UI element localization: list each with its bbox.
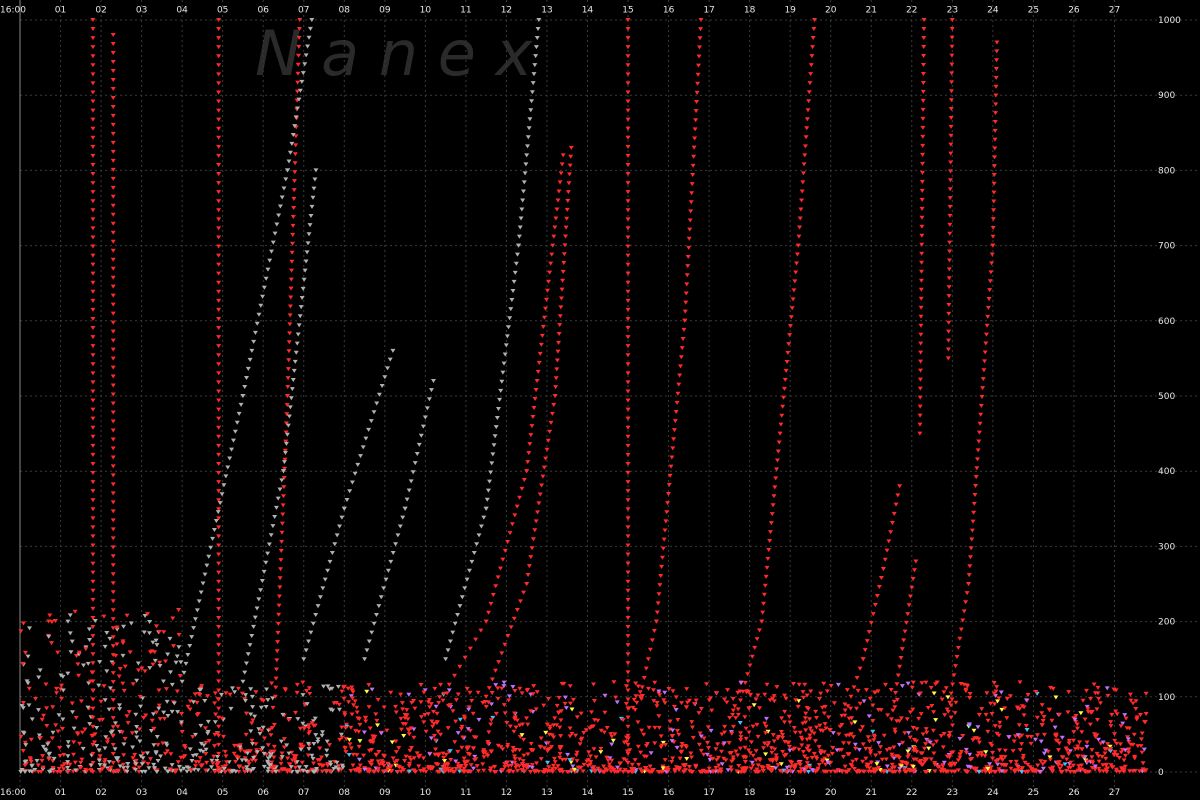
x-tick-label: 23 — [947, 6, 958, 16]
x-tick-label: 21 — [866, 788, 877, 798]
x-tick-label: 05 — [217, 788, 228, 798]
x-tick-label: 22 — [906, 788, 917, 798]
x-tick-label: 11 — [460, 6, 471, 16]
x-tick-label: 27 — [1109, 788, 1120, 798]
x-tick-label: 01 — [55, 788, 66, 798]
x-tick-label: 24 — [987, 6, 999, 16]
y-tick-label: 0 — [1158, 768, 1164, 778]
y-tick-label: 100 — [1158, 693, 1175, 703]
y-tick-label: 900 — [1158, 91, 1175, 101]
x-tick-label: 14 — [582, 6, 594, 16]
x-tick-label: 07 — [298, 6, 309, 16]
x-tick-label: 02 — [95, 788, 106, 798]
x-tick-label: 25 — [1028, 788, 1039, 798]
x-tick-label: 08 — [339, 6, 351, 16]
x-tick-label: 13 — [541, 6, 552, 16]
x-tick-label: 21 — [866, 6, 877, 16]
x-tick-label: 15 — [622, 788, 633, 798]
y-tick-label: 800 — [1158, 166, 1175, 176]
x-tick-label: 07 — [298, 788, 309, 798]
y-tick-label: 600 — [1158, 317, 1175, 327]
x-tick-label: 06 — [257, 6, 269, 16]
x-tick-label: 27 — [1109, 6, 1120, 16]
x-tick-label: 04 — [176, 6, 188, 16]
x-tick-label: 10 — [420, 6, 432, 16]
x-tick-label: 12 — [501, 788, 512, 798]
x-tick-label: 17 — [703, 6, 714, 16]
x-tick-label: 26 — [1068, 6, 1080, 16]
x-tick-label: 11 — [460, 788, 471, 798]
x-tick-label: 19 — [784, 6, 796, 16]
x-tick-label: 02 — [95, 6, 106, 16]
x-tick-label: 18 — [744, 788, 756, 798]
x-tick-label: 13 — [541, 788, 552, 798]
x-tick-label: 22 — [906, 6, 917, 16]
x-tick-label: 15 — [622, 6, 633, 16]
x-tick-label: 25 — [1028, 6, 1039, 16]
x-tick-label: 17 — [703, 788, 714, 798]
x-tick-label: 09 — [379, 6, 391, 16]
x-tick-label: 19 — [784, 788, 796, 798]
watermark: N a n e x — [255, 17, 534, 90]
x-tick-label: 14 — [582, 788, 594, 798]
x-tick-label: 26 — [1068, 788, 1080, 798]
y-tick-label: 1000 — [1158, 16, 1181, 26]
y-tick-label: 200 — [1158, 618, 1175, 628]
x-tick-label: 01 — [55, 6, 66, 16]
x-tick-label: 20 — [825, 6, 837, 16]
x-tick-label: 16 — [663, 6, 675, 16]
x-tick-label: 12 — [501, 6, 512, 16]
y-tick-label: 400 — [1158, 467, 1175, 477]
x-tick-label: 24 — [987, 788, 999, 798]
x-tick-label: 03 — [136, 788, 147, 798]
x-tick-label: 03 — [136, 6, 147, 16]
x-tick-label: 20 — [825, 788, 837, 798]
x-tick-label: 09 — [379, 788, 391, 798]
x-tick-label: 16:00 — [0, 788, 26, 798]
x-tick-label: 06 — [257, 788, 269, 798]
x-tick-label: 18 — [744, 6, 756, 16]
x-tick-label: 05 — [217, 6, 228, 16]
x-tick-label: 23 — [947, 788, 958, 798]
x-tick-label: 10 — [420, 788, 432, 798]
y-tick-label: 500 — [1158, 392, 1175, 402]
y-tick-label: 300 — [1158, 542, 1175, 552]
x-tick-label: 08 — [339, 788, 351, 798]
x-tick-label: 16 — [663, 788, 675, 798]
scatter-chart: N a n e x 16:00 01 02 03 04 05 06 07 08 09 10 11 12 1… — [0, 0, 1200, 800]
x-tick-label: 16:00 — [0, 6, 26, 16]
y-tick-label: 700 — [1158, 242, 1175, 252]
x-tick-label: 04 — [176, 788, 188, 798]
